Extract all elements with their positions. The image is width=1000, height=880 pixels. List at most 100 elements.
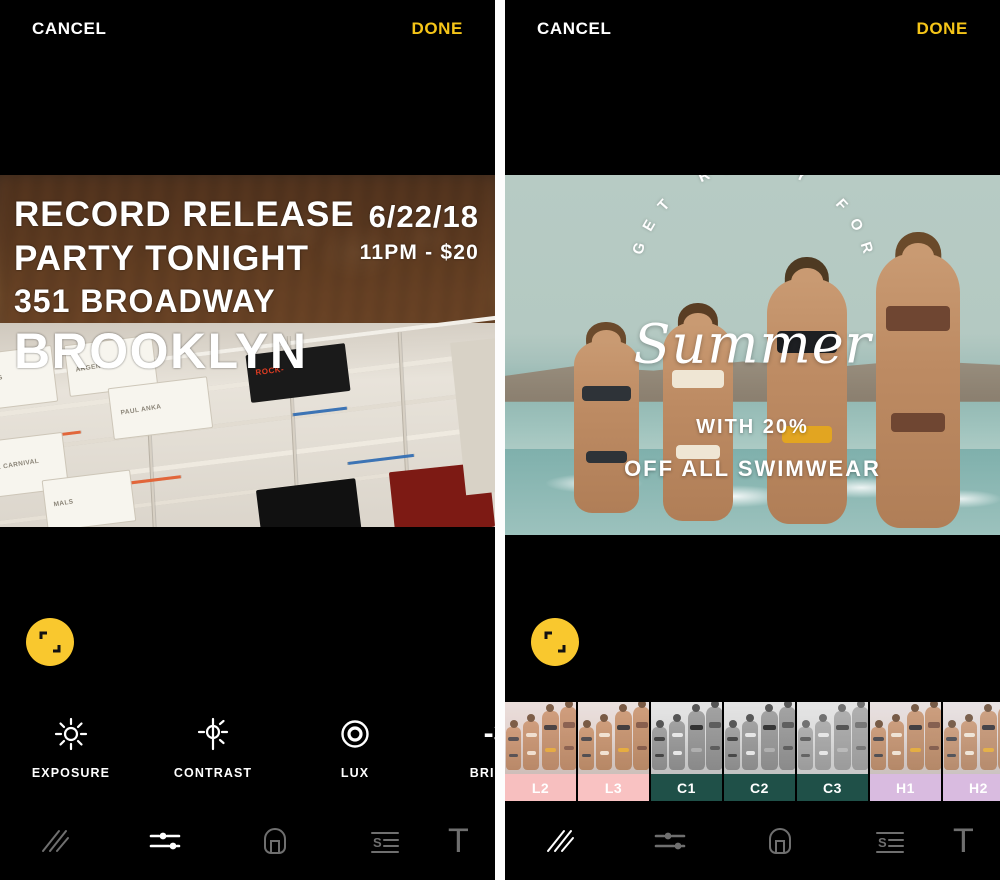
done-button[interactable]: DONE (916, 19, 968, 39)
nav-text-lines[interactable]: S (330, 823, 440, 859)
filter-thumbnail (870, 702, 941, 774)
nav-filters[interactable] (0, 823, 110, 859)
arc-letter: F (831, 195, 852, 215)
filter-color-tint (943, 702, 1000, 774)
left-top-bar: CANCEL DONE (0, 0, 495, 58)
filter-preset-tile[interactable]: L2 (505, 702, 578, 801)
filter-presets-strip[interactable]: L2 L3 C1 C2 C3 H1 H2 (505, 702, 1000, 801)
done-button[interactable]: DONE (411, 19, 463, 39)
poster-date-block: 6/22/18 11PM - $20 (360, 199, 479, 265)
right-image-preview[interactable]: GETREADYFOR Summer WITH 20% OFF ALL SWIM… (505, 175, 1000, 535)
tool-exposure[interactable]: EXPOSURE (0, 714, 142, 780)
filter-color-tint (578, 702, 649, 774)
right-phone-screen: CANCEL DONE G E T R Y F O R Summer WITH … (505, 0, 1000, 880)
tool-label: LUX (340, 766, 370, 780)
tool-value: -3 (483, 717, 495, 750)
filter-label: H1 (870, 774, 941, 801)
adjust-tools-row: EXPOSURE CONTRAST LUX - BRI (0, 703, 495, 791)
filter-thumbnail (724, 702, 795, 774)
filter-label: L3 (578, 774, 649, 801)
filter-preset-tile[interactable]: L3 (578, 702, 651, 801)
left-image-preview[interactable]: RMATRADING ANOTHER CARNIVAL ARGENT PAUL … (0, 175, 495, 527)
filters-slashes-icon (547, 830, 574, 852)
right-poster-text-overlay: GETREADYFOR Summer WITH 20% OFF ALL SWIM… (505, 175, 1000, 535)
left-bottom-nav: S T (0, 802, 495, 880)
crop-resize-button[interactable] (26, 618, 74, 666)
filter-thumbnail (578, 702, 649, 774)
nav-adjust[interactable] (110, 823, 220, 859)
tool-label: BRIGHT (469, 766, 495, 780)
left-phone-screen: CANCEL DONE RMATRADING CARNIVAL ARGENT P… (0, 0, 495, 880)
filter-color-tint (651, 702, 722, 774)
tool-brightness[interactable]: -3 BRIGHT (426, 714, 495, 780)
arc-letter: E (638, 216, 660, 235)
tool-contrast[interactable]: CONTRAST (142, 714, 284, 780)
nav-text-lines[interactable]: S (835, 823, 945, 859)
arc-letter: R (856, 240, 877, 257)
panel-divider (495, 0, 505, 880)
type-t-icon: T (953, 822, 974, 860)
expand-crop-icon (544, 631, 566, 653)
nav-portrait[interactable] (725, 823, 835, 859)
filter-preset-tile[interactable]: H1 (870, 702, 943, 801)
contrast-icon (142, 714, 284, 754)
nav-portrait[interactable] (220, 823, 330, 859)
promo-line-1: WITH 20% (696, 416, 809, 439)
lux-circle-icon (284, 714, 426, 754)
poster-line-3: 351 BROADWAY (14, 283, 276, 319)
tool-lux[interactable]: LUX (284, 714, 426, 780)
portrait-face-icon (264, 828, 286, 854)
arc-letter: G (628, 239, 649, 258)
filter-preset-tile[interactable]: C3 (797, 702, 870, 801)
filter-label: H2 (943, 774, 1000, 801)
filter-color-tint (797, 702, 868, 774)
arc-letter: R (695, 175, 713, 187)
poster-line-4: BROOKLYN (14, 323, 308, 379)
filter-preset-tile[interactable]: C2 (724, 702, 797, 801)
arc-letter: T (653, 195, 674, 215)
filters-slashes-icon (42, 830, 69, 852)
nav-adjust[interactable] (615, 823, 725, 859)
filter-color-tint (870, 702, 941, 774)
nav-filters[interactable] (505, 823, 615, 859)
adjust-sliders-icon (149, 832, 181, 850)
sun-icon (0, 714, 142, 754)
tool-label: CONTRAST (173, 766, 253, 780)
text-lines-icon: S (876, 832, 904, 853)
filter-preset-tile[interactable]: H2 (943, 702, 1000, 801)
portrait-face-icon (769, 828, 791, 854)
cancel-button[interactable]: CANCEL (32, 19, 106, 39)
arc-letter: D (770, 175, 785, 178)
right-bottom-nav: S T (505, 802, 1000, 880)
adjust-sliders-icon (654, 832, 686, 850)
filter-preset-tile[interactable]: C1 (651, 702, 724, 801)
arc-letter: Y (792, 175, 810, 187)
crop-resize-button[interactable] (531, 618, 579, 666)
nav-type[interactable]: T (945, 824, 1000, 858)
left-poster-text-overlay: RECORD RELEASE PARTY TONIGHT 351 BROADWA… (0, 175, 495, 527)
arc-letter: E (720, 175, 734, 178)
tool-label: EXPOSURE (31, 766, 111, 780)
filter-thumbnail (505, 702, 576, 774)
filter-thumbnail (651, 702, 722, 774)
cancel-button[interactable]: CANCEL (537, 19, 611, 39)
right-top-bar: CANCEL DONE (505, 0, 1000, 58)
script-headline: Summer (633, 312, 872, 376)
filter-thumbnail (797, 702, 868, 774)
poster-date: 6/22/18 (368, 199, 479, 234)
svg-text:S: S (878, 835, 887, 850)
filter-color-tint (505, 702, 576, 774)
filter-label: L2 (505, 774, 576, 801)
text-lines-icon: S (371, 832, 399, 853)
arc-letter: O (845, 215, 867, 236)
filter-label: C3 (797, 774, 868, 801)
filter-color-tint (724, 702, 795, 774)
filter-thumbnail (943, 702, 1000, 774)
nav-type[interactable]: T (440, 824, 495, 858)
promo-line-2: OFF ALL SWIMWEAR (624, 455, 881, 481)
filter-label: C2 (724, 774, 795, 801)
dual-screenshot-comparison: CANCEL DONE RMATRADING CARNIVAL ARGENT P… (0, 0, 1000, 880)
svg-text:S: S (373, 835, 382, 850)
poster-time-price: 11PM - $20 (359, 241, 479, 264)
filter-label: C1 (651, 774, 722, 801)
